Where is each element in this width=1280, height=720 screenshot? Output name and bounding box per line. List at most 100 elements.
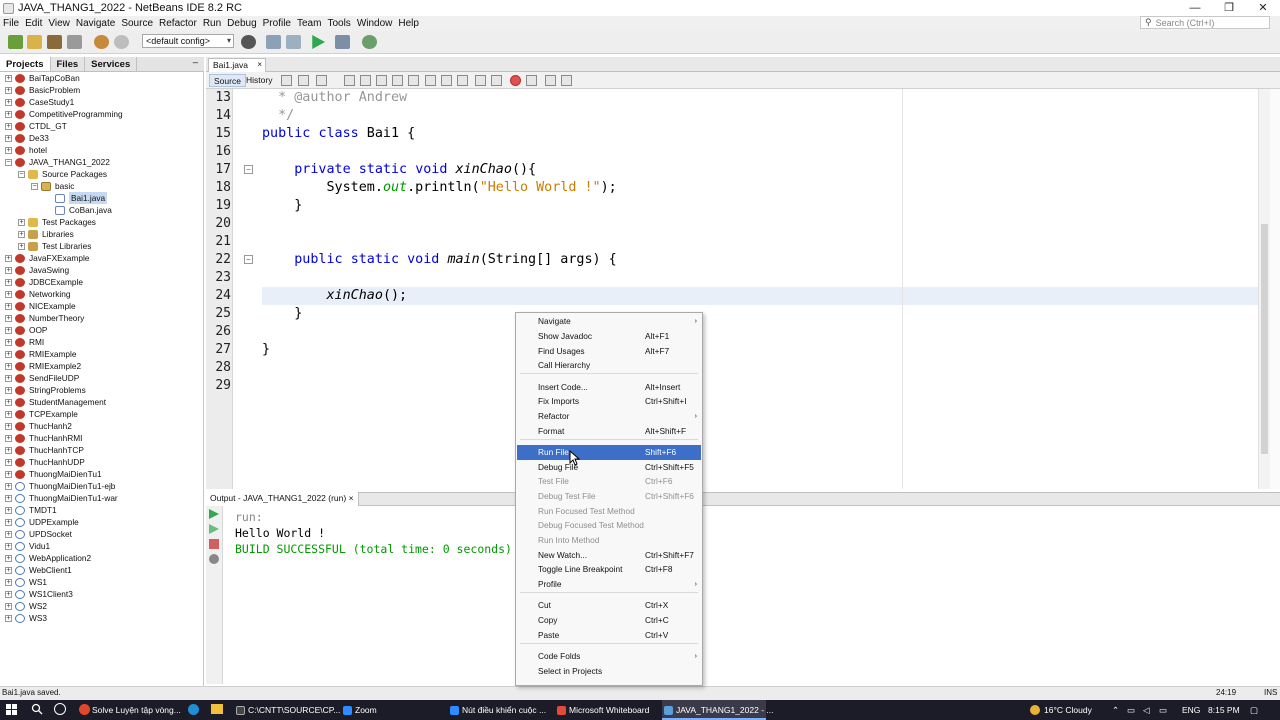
tree-item[interactable]: + ThucHanh2: [5, 420, 72, 432]
expand-icon[interactable]: +: [5, 578, 12, 586]
tree-item[interactable]: − JAVA_THANG1_2022: [5, 156, 110, 168]
save-all-icon[interactable]: [67, 35, 82, 49]
ctx-item-code-folds[interactable]: Code Folds ›: [517, 649, 701, 664]
search-input[interactable]: ⚲ Search (Ctrl+I): [1140, 16, 1270, 29]
editor-file-tab[interactable]: Bai1.java ×: [208, 58, 266, 72]
tree-item[interactable]: + Test Libraries: [18, 240, 91, 252]
expand-icon[interactable]: +: [5, 410, 12, 418]
ctx-item-debug-file[interactable]: Debug File Ctrl+Shift+F5: [517, 460, 701, 475]
weather-text[interactable]: 16°C Cloudy: [1044, 700, 1092, 720]
fold-toggle[interactable]: −: [244, 165, 253, 174]
shift-right-icon[interactable]: [491, 75, 502, 86]
tab-history[interactable]: History: [242, 74, 276, 87]
expand-icon[interactable]: +: [5, 542, 12, 550]
tree-item[interactable]: + WS1Client3: [5, 588, 73, 600]
shift-left-icon[interactable]: [475, 75, 486, 86]
expand-icon[interactable]: +: [18, 242, 25, 250]
uncomment-icon[interactable]: [561, 75, 572, 86]
ctx-item-insert-code[interactable]: Insert Code... Alt+Insert: [517, 380, 701, 395]
tab-services[interactable]: Services: [85, 57, 138, 71]
tree-item[interactable]: + CompetitiveProgramming: [5, 108, 123, 120]
tree-item[interactable]: CoBan.java: [45, 204, 112, 216]
new-project-icon[interactable]: [8, 35, 23, 49]
tree-item[interactable]: + UDPExample: [5, 516, 79, 528]
scrollbar-thumb[interactable]: [1261, 224, 1268, 454]
tree-item[interactable]: − basic: [31, 180, 74, 192]
menu-debug[interactable]: Debug: [224, 18, 259, 29]
next-bookmark-icon[interactable]: [441, 75, 452, 86]
expand-icon[interactable]: +: [5, 314, 12, 322]
expand-icon[interactable]: +: [5, 590, 12, 598]
tree-item[interactable]: + UPDSocket: [5, 528, 72, 540]
tree-item[interactable]: + ThuongMaiDienTu1: [5, 468, 102, 480]
menu-window[interactable]: Window: [354, 18, 396, 29]
tree-item[interactable]: + ThuongMaiDienTu1-war: [5, 492, 118, 504]
expand-icon[interactable]: +: [5, 86, 12, 94]
close-tab-icon[interactable]: ×: [257, 59, 262, 71]
expand-icon[interactable]: +: [5, 506, 12, 514]
taskbar-item-netbeans[interactable]: JAVA_THANG1_2022 - ...: [662, 700, 773, 720]
expand-icon[interactable]: +: [5, 362, 12, 370]
expand-icon[interactable]: +: [5, 374, 12, 382]
expand-icon[interactable]: +: [5, 290, 12, 298]
expand-icon[interactable]: +: [5, 146, 12, 154]
tree-item[interactable]: + OOP: [5, 324, 47, 336]
profile-project-icon[interactable]: [362, 35, 377, 49]
editor-scrollbar[interactable]: [1258, 89, 1270, 489]
config-select[interactable]: <default config> ▾: [142, 34, 234, 48]
ctx-item-fix-imports[interactable]: Fix Imports Ctrl+Shift+I: [517, 394, 701, 409]
tree-item[interactable]: + WebApplication2: [5, 552, 91, 564]
settings-icon[interactable]: [209, 554, 219, 564]
toggle-bookmark-icon[interactable]: [457, 75, 468, 86]
task-view-icon[interactable]: [54, 703, 66, 715]
weather-icon[interactable]: [1030, 705, 1040, 715]
ctx-item-paste[interactable]: Paste Ctrl+V: [517, 628, 701, 643]
tree-item[interactable]: + Vidu1: [5, 540, 50, 552]
tree-item[interactable]: + Test Packages: [18, 216, 96, 228]
tree-item[interactable]: + RMI: [5, 336, 44, 348]
tree-item[interactable]: Bai1.java: [45, 192, 108, 204]
ctx-item-refactor[interactable]: Refactor ›: [517, 409, 701, 424]
notification-icon[interactable]: ▢: [1250, 700, 1258, 720]
expand-icon[interactable]: +: [5, 278, 12, 286]
fold-toggle[interactable]: −: [244, 255, 253, 264]
ctx-item-run-file[interactable]: Run File Shift+F6: [517, 445, 701, 460]
minimize-button[interactable]: —: [1178, 0, 1212, 16]
tree-item[interactable]: + WS2: [5, 600, 47, 612]
new-file-icon[interactable]: [27, 35, 42, 49]
tree-item[interactable]: + StudentManagement: [5, 396, 106, 408]
collapse-icon[interactable]: −: [5, 158, 12, 166]
target-icon[interactable]: [241, 35, 256, 49]
network-icon[interactable]: ▭: [1127, 700, 1135, 720]
expand-icon[interactable]: +: [5, 434, 12, 442]
tree-item[interactable]: + WebClient1: [5, 564, 72, 576]
tree-item[interactable]: + TCPExample: [5, 408, 78, 420]
taskbar-item-cmd[interactable]: C:\CNTT\SOURCE\CP...: [234, 700, 340, 720]
last-edit-icon[interactable]: [281, 75, 292, 86]
menu-edit[interactable]: Edit: [22, 18, 45, 29]
expand-icon[interactable]: +: [5, 566, 12, 574]
ctx-item-select-in-projects[interactable]: Select in Projects: [517, 664, 701, 679]
expand-icon[interactable]: +: [5, 482, 12, 490]
expand-icon[interactable]: +: [5, 446, 12, 454]
find-previous-icon[interactable]: [360, 75, 371, 86]
expand-icon[interactable]: +: [5, 254, 12, 262]
menu-run[interactable]: Run: [200, 18, 224, 29]
expand-icon[interactable]: +: [5, 494, 12, 502]
taskbar-item-whiteboard[interactable]: Microsoft Whiteboard: [555, 700, 659, 720]
toggle-highlight-icon[interactable]: [392, 75, 403, 86]
tree-item[interactable]: + JavaSwing: [5, 264, 69, 276]
expand-icon[interactable]: +: [5, 134, 12, 142]
ctx-item-call-hierarchy[interactable]: Call Hierarchy: [517, 358, 701, 373]
tree-item[interactable]: + CaseStudy1: [5, 96, 74, 108]
tree-item[interactable]: + JDBCExample: [5, 276, 83, 288]
tab-projects[interactable]: Projects: [0, 57, 51, 71]
collapse-icon[interactable]: −: [31, 182, 38, 190]
tree-item[interactable]: + BaiTapCoBan: [5, 72, 80, 84]
language-indicator[interactable]: ENG: [1182, 700, 1200, 720]
tree-item[interactable]: + Libraries: [18, 228, 74, 240]
expand-icon[interactable]: +: [5, 470, 12, 478]
expand-icon[interactable]: +: [18, 218, 25, 226]
taskbar-item-zoom[interactable]: Zoom: [341, 700, 445, 720]
expand-icon[interactable]: +: [5, 554, 12, 562]
